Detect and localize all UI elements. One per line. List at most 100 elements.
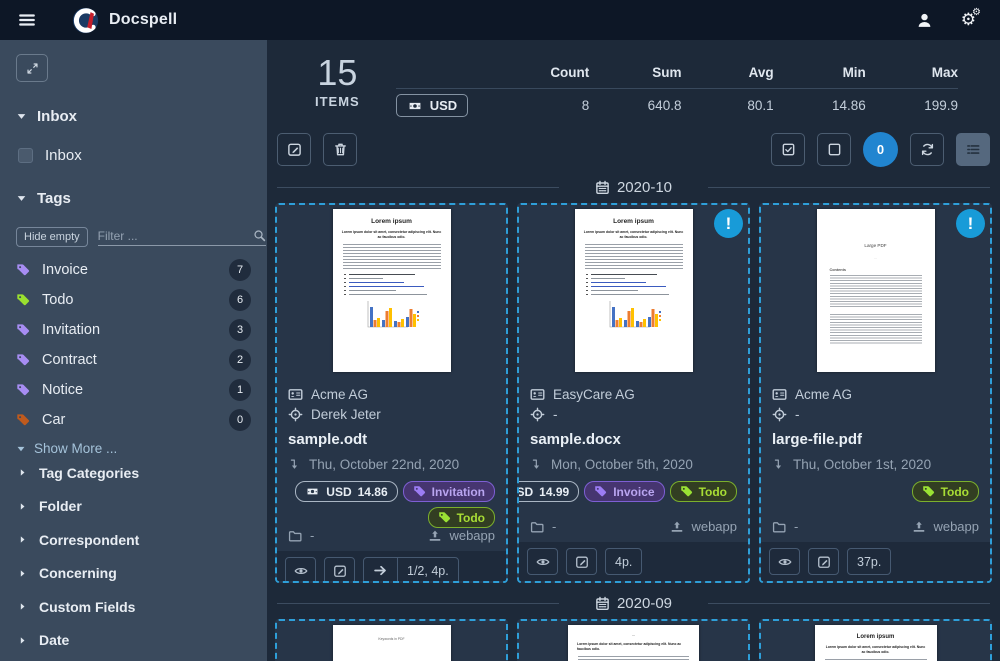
preview-button[interactable] bbox=[527, 548, 558, 575]
item-name: sample.docx bbox=[530, 431, 737, 448]
selected-count-badge[interactable]: 0 bbox=[863, 132, 898, 167]
currency-stats-table: Count Sum Avg Min Max USD 8 640.8 8 bbox=[396, 56, 958, 122]
tag-icon bbox=[680, 485, 693, 498]
concerning-name: Derek Jeter bbox=[311, 407, 381, 422]
tag-badge-todo[interactable]: Todo bbox=[428, 507, 495, 528]
inbox-checkbox-label: Inbox bbox=[45, 147, 82, 164]
due-notification-badge: ! bbox=[956, 209, 985, 238]
tag-label: Invoice bbox=[42, 262, 88, 278]
hide-empty-button[interactable]: Hide empty bbox=[16, 227, 88, 247]
section-date[interactable]: Date bbox=[0, 624, 267, 658]
section-label: Folder bbox=[39, 498, 82, 514]
crosshair-icon bbox=[530, 407, 545, 422]
item-card-sample-docx[interactable]: ! Lorem ipsum Lorem ipsum dolor sit amet… bbox=[517, 203, 750, 583]
thumb-title: Large PDF bbox=[817, 243, 935, 248]
section-correspondent[interactable]: Correspondent bbox=[0, 523, 267, 557]
tag-count-badge: 2 bbox=[229, 349, 251, 371]
edit-item-button[interactable] bbox=[808, 548, 839, 575]
section-tags[interactable]: Tags bbox=[0, 190, 267, 207]
money-icon bbox=[407, 100, 423, 112]
stats-max-value: 199.9 bbox=[866, 98, 958, 113]
card-footer: 37p. bbox=[761, 542, 990, 581]
caret-right-icon bbox=[18, 602, 27, 611]
deselect-all-button[interactable] bbox=[817, 133, 851, 166]
tag-item-todo[interactable]: Todo 6 bbox=[0, 285, 267, 315]
concerning-row: Derek Jeter bbox=[288, 404, 495, 424]
edit-item-button[interactable] bbox=[566, 548, 597, 575]
settings-gears-icon[interactable]: ⚙⚙ bbox=[961, 12, 976, 29]
folder-name: - bbox=[794, 519, 798, 534]
section-custom-fields[interactable]: Custom Fields bbox=[0, 590, 267, 624]
folder-icon bbox=[288, 529, 302, 543]
search-icon bbox=[253, 229, 266, 242]
item-count-label: ITEMS bbox=[315, 94, 360, 109]
thumb-bar-chart bbox=[575, 299, 693, 331]
tag-badge-invitation[interactable]: Invitation bbox=[403, 481, 495, 502]
money-icon bbox=[305, 486, 320, 497]
item-date: Thu, October 1st, 2020 bbox=[793, 457, 931, 472]
tag-count-badge: 0 bbox=[229, 409, 251, 431]
section-folder[interactable]: Folder bbox=[0, 490, 267, 524]
inbox-checkbox[interactable] bbox=[18, 148, 33, 163]
tag-badge-todo[interactable]: Todo bbox=[670, 481, 737, 502]
expand-sidebar-button[interactable] bbox=[16, 54, 48, 82]
tag-badge-label: Invitation bbox=[432, 485, 485, 499]
caret-right-icon bbox=[18, 569, 27, 578]
list-view-toggle-button[interactable] bbox=[956, 133, 990, 166]
stats-col-count: Count bbox=[497, 65, 589, 80]
thumb-body-lines bbox=[585, 244, 683, 270]
inbox-checkbox-row[interactable]: Inbox bbox=[0, 147, 267, 164]
item-card[interactable]: Keywords in PDF bbox=[275, 619, 508, 661]
tag-item-car[interactable]: Car 0 bbox=[0, 405, 267, 435]
menu-icon[interactable] bbox=[14, 7, 40, 33]
select-all-button[interactable] bbox=[771, 133, 805, 166]
thumb-title: Lorem ipsum bbox=[815, 634, 937, 640]
section-label: Tag Categories bbox=[39, 465, 139, 481]
tag-icon bbox=[16, 353, 30, 367]
stats-panel: 15 ITEMS Count Sum Avg Min Max USD bbox=[267, 40, 1000, 122]
tag-badge-invoice[interactable]: Invoice bbox=[584, 481, 664, 502]
tag-item-contract[interactable]: Contract 2 bbox=[0, 345, 267, 375]
tag-filter-field[interactable] bbox=[98, 229, 266, 246]
goto-attachment-button[interactable] bbox=[364, 558, 397, 583]
tag-item-invoice[interactable]: Invoice 7 bbox=[0, 255, 267, 285]
caret-down-icon bbox=[16, 193, 27, 204]
preview-button[interactable] bbox=[285, 557, 316, 583]
refresh-button[interactable] bbox=[910, 133, 944, 166]
edit-item-button[interactable] bbox=[324, 557, 355, 583]
section-due-date[interactable]: Due Date bbox=[0, 657, 267, 661]
thumb-heading: Contents bbox=[830, 268, 935, 272]
item-card-sample-odt[interactable]: Lorem ipsum Lorem ipsum dolor sit amet, … bbox=[275, 203, 508, 583]
show-more-tags[interactable]: Show More ... bbox=[0, 441, 267, 456]
item-card[interactable]: ··· Lorem ipsum dolor sit amet, consecte… bbox=[517, 619, 750, 661]
item-thumbnail: Keywords in PDF bbox=[277, 621, 506, 661]
tag-badge-todo[interactable]: Todo bbox=[912, 481, 979, 502]
tag-item-notice[interactable]: Notice 1 bbox=[0, 375, 267, 405]
page-count-group: 4p. bbox=[605, 548, 642, 575]
section-tag-categories[interactable]: Tag Categories bbox=[0, 456, 267, 490]
date-group-header: 2020-09 bbox=[267, 595, 1000, 612]
stats-col-max: Max bbox=[866, 65, 958, 80]
tag-badge-label: Todo bbox=[699, 485, 727, 499]
user-account-icon[interactable] bbox=[916, 12, 933, 29]
caret-right-icon bbox=[18, 468, 27, 477]
preview-button[interactable] bbox=[769, 548, 800, 575]
page-count: 37p. bbox=[848, 549, 890, 574]
section-concerning[interactable]: Concerning bbox=[0, 557, 267, 591]
tag-item-invitation[interactable]: Invitation 3 bbox=[0, 315, 267, 345]
arrow-down-icon bbox=[288, 458, 301, 471]
caret-right-icon bbox=[18, 535, 27, 544]
section-label: Date bbox=[39, 632, 69, 648]
section-label: Correspondent bbox=[39, 532, 139, 548]
item-card-large-file-pdf[interactable]: ! Large PDF ··· Contents Acme AG bbox=[759, 203, 992, 583]
crosshair-icon bbox=[288, 407, 303, 422]
delete-items-button[interactable] bbox=[323, 133, 357, 166]
section-inbox[interactable]: Inbox bbox=[0, 108, 267, 125]
calendar-icon bbox=[595, 596, 610, 611]
tag-label: Todo bbox=[42, 292, 73, 308]
tag-label: Car bbox=[42, 412, 65, 428]
section-inbox-label: Inbox bbox=[37, 108, 77, 125]
edit-items-button[interactable] bbox=[277, 133, 311, 166]
item-card[interactable]: Lorem ipsum Lorem ipsum dolor sit amet, … bbox=[759, 619, 992, 661]
tag-filter-input[interactable] bbox=[98, 229, 253, 243]
